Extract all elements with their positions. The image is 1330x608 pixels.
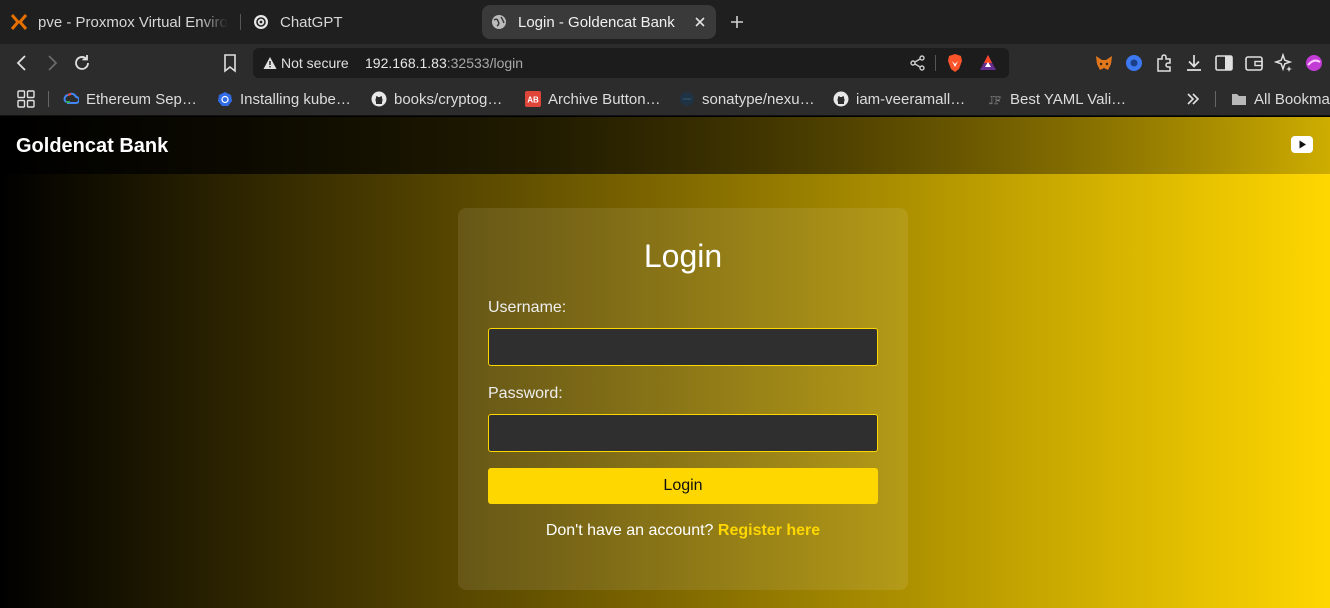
password-label: Password: <box>488 385 563 402</box>
sidebar-icon[interactable] <box>1214 53 1234 73</box>
bookmarks-divider <box>1215 91 1216 107</box>
bookmark-label: Best YAML Vali… <box>1010 90 1127 108</box>
bookmark-ethereum[interactable]: Ethereum Sep… <box>63 88 197 110</box>
apps-grid-icon[interactable] <box>16 89 36 109</box>
url-path: :32533/login <box>446 55 524 71</box>
bookmark-label: iam-veeramall… <box>856 90 966 108</box>
folder-icon <box>1232 94 1246 105</box>
tab-login-goldencat[interactable]: Login - Goldencat Bank <box>482 5 716 39</box>
tab-label: Login - Goldencat Bank <box>518 13 675 31</box>
bookmark-label: Installing kube… <box>240 90 351 108</box>
brave-shields-icon[interactable] <box>945 53 965 73</box>
username-label: Username: <box>488 299 567 316</box>
bookmark-label: All Bookmarks <box>1254 90 1330 108</box>
brave-rewards-icon[interactable] <box>978 53 998 73</box>
register-prompt-text: Don't have an account? <box>545 522 714 539</box>
address-bar[interactable]: Not secure 192.168.1.83:32533/login <box>253 48 1009 78</box>
warning-icon[interactable] <box>263 56 277 70</box>
bookmarks-bar: Ethereum Sep… Installing kube… books/cry… <box>0 82 1330 116</box>
share-icon[interactable] <box>909 54 927 72</box>
bookmarks-divider <box>48 91 49 107</box>
tab-label: ChatGPT <box>280 13 343 31</box>
bookmark-label: sonatype/nexu… <box>702 90 815 108</box>
extensions-puzzle-icon[interactable] <box>1154 53 1174 73</box>
google-cloud-icon <box>63 92 79 104</box>
tab-label: pve - Proxmox Virtual Environment <box>38 13 228 31</box>
new-tab-icon[interactable] <box>727 12 747 32</box>
proxmox-icon <box>10 13 28 31</box>
ab-icon: AB <box>525 91 541 107</box>
jf-icon: JF <box>989 93 1001 107</box>
sonatype-icon <box>680 92 694 106</box>
wallet-icon[interactable] <box>1244 53 1264 73</box>
page-viewport: Goldencat Bank Login Username: Password:… <box>0 117 1330 608</box>
address-divider <box>935 55 936 71</box>
github-icon <box>371 91 387 107</box>
url-host: 192.168.1.83 <box>365 55 447 71</box>
profile-avatar-icon[interactable] <box>1304 53 1324 73</box>
register-link[interactable]: Register here <box>718 522 820 539</box>
login-title: Login <box>643 238 723 274</box>
bookmark-archive-button[interactable]: AB Archive Button… <box>525 88 661 110</box>
extension-blue-icon[interactable] <box>1124 53 1144 73</box>
svg-text:AB: AB <box>527 96 539 105</box>
browser-tab-bar: pve - Proxmox Virtual Environment ChatGP… <box>0 0 1330 44</box>
bookmark-label: books/cryptog… <box>394 90 503 108</box>
forward-icon[interactable] <box>42 53 62 73</box>
svg-text:JF: JF <box>989 93 1001 107</box>
close-icon[interactable] <box>692 14 708 30</box>
github-icon <box>833 91 849 107</box>
username-input[interactable] <box>488 328 878 366</box>
security-label[interactable]: Not secure <box>281 55 349 71</box>
bookmark-label: Archive Button… <box>548 90 661 108</box>
bookmark-label: Ethereum Sep… <box>86 90 197 108</box>
download-icon[interactable] <box>1184 53 1204 73</box>
bookmark-best-yaml[interactable]: JF Best YAML Vali… <box>987 88 1126 110</box>
browser-toolbar: Not secure 192.168.1.83:32533/login <box>0 44 1330 82</box>
login-button[interactable]: Login <box>488 468 878 504</box>
bookmark-books-cryptog[interactable]: books/cryptog… <box>371 88 502 110</box>
bookmark-all-bookmarks[interactable]: All Bookmarks <box>1231 88 1330 110</box>
bookmark-installing-kube[interactable]: Installing kube… <box>217 88 351 110</box>
kubernetes-icon <box>218 92 232 106</box>
url-text[interactable]: 192.168.1.83:32533/login <box>365 55 523 71</box>
bookmark-sonatype-nexus[interactable]: sonatype/nexu… <box>679 88 815 110</box>
chevron-double-right-icon[interactable] <box>1183 89 1203 109</box>
metamask-icon[interactable] <box>1094 53 1114 73</box>
password-input[interactable] <box>488 414 878 452</box>
leo-ai-icon[interactable] <box>1273 52 1294 73</box>
youtube-icon[interactable] <box>1291 136 1313 153</box>
register-prompt: Don't have an account? Register here <box>458 522 908 540</box>
tab-proxmox[interactable]: pve - Proxmox Virtual Environment <box>10 5 238 39</box>
back-icon[interactable] <box>12 53 32 73</box>
reload-icon[interactable] <box>72 53 92 73</box>
tab-divider <box>240 14 241 30</box>
chatgpt-icon <box>252 13 270 31</box>
tab-chatgpt[interactable]: ChatGPT <box>252 5 472 39</box>
bookmark-iam-veeramall[interactable]: iam-veeramall… <box>833 88 965 110</box>
bookmark-icon[interactable] <box>220 53 240 73</box>
globe-icon <box>490 13 508 31</box>
site-header: Goldencat Bank <box>0 117 1330 174</box>
login-card: Login Username: Password: Login Don't ha… <box>458 208 908 590</box>
site-brand[interactable]: Goldencat Bank <box>16 135 168 158</box>
